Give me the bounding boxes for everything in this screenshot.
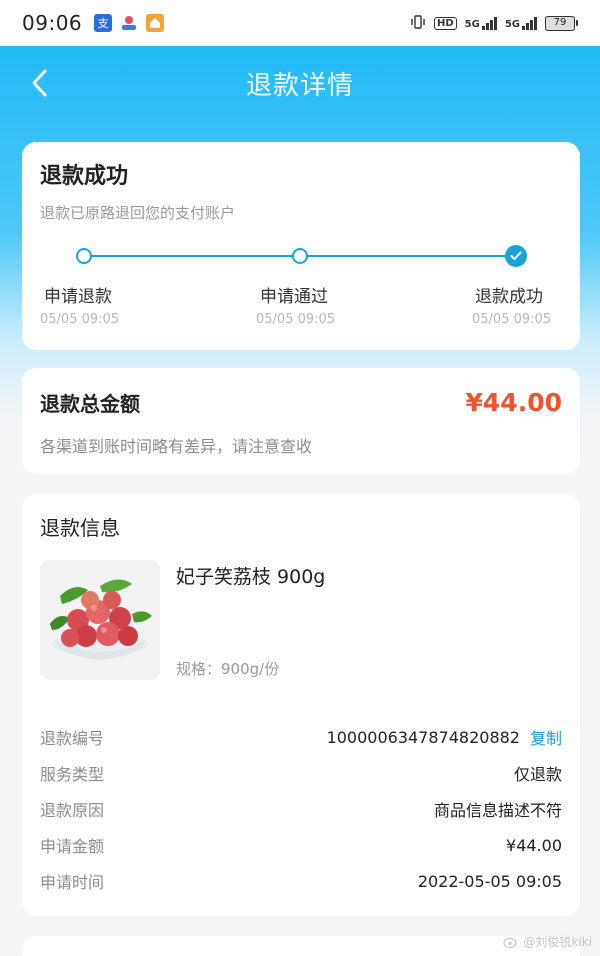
info-row-apply-amount: 申请金额 ¥44.00 xyxy=(40,832,562,858)
status-bar: 09:06 支 HD 5G 5G 79 xyxy=(0,0,600,46)
info-key: 申请时间 xyxy=(40,873,105,892)
home-notification-icon xyxy=(146,14,165,32)
chevron-left-icon xyxy=(32,69,47,97)
refund-progress: 申请退款 申请通过 退款成功 05/05 09:05 05/05 09:05 0… xyxy=(22,238,580,358)
step-time: 05/05 09:05 xyxy=(40,312,120,327)
watermark: @刘俊锐kiki xyxy=(503,933,592,950)
check-icon xyxy=(505,245,527,267)
info-key: 服务类型 xyxy=(40,765,105,784)
signal-1: 5G xyxy=(465,16,497,30)
section-title: 退款信息 xyxy=(40,516,120,540)
back-button[interactable] xyxy=(24,68,54,98)
battery-icon: 79 xyxy=(545,15,578,31)
refund-total-card: 退款总金额 ¥44.00 各渠道到账时间略有差异，请注意查收 xyxy=(22,368,580,474)
weibo-icon xyxy=(503,937,518,948)
app-notification-icon xyxy=(120,14,139,32)
info-value: 仅退款 xyxy=(513,765,562,784)
page-title: 退款详情 xyxy=(245,70,354,101)
system-status: HD 5G 5G 79 xyxy=(410,14,578,32)
info-row-service-type: 服务类型 仅退款 xyxy=(40,760,562,786)
info-key: 退款编号 xyxy=(40,729,105,748)
info-row-apply-time: 申请时间 2022-05-05 09:05 xyxy=(40,868,562,894)
refund-total-amount: ¥44.00 xyxy=(465,388,562,417)
step-node xyxy=(76,248,92,264)
info-row-refund-id: 退款编号 1000006347874820882 复制 xyxy=(40,724,562,750)
product-item[interactable]: 妃子笑荔枝 900g 规格：900g/份 xyxy=(40,560,562,680)
progress-line xyxy=(92,255,300,257)
step-time: 05/05 09:05 xyxy=(256,312,336,327)
info-value: ¥44.00 xyxy=(506,835,562,855)
notification-icons: 支 xyxy=(94,14,165,32)
refund-status-card: 退款成功 退款已原路退回您的支付账户 申请退款 申请通过 退款成功 05/05 … xyxy=(22,142,580,350)
step-label: 申请通过 xyxy=(260,287,328,307)
info-value: 1000006347874820882 复制 xyxy=(327,725,562,749)
clock: 09:06 xyxy=(22,11,83,35)
step-label: 申请退款 xyxy=(44,287,112,307)
info-value: 2022-05-05 09:05 xyxy=(417,871,562,891)
refund-info-card: 退款信息 妃子笑荔枝 900g 规格：900g/份 退款编号 100000634… xyxy=(22,494,580,916)
signal-bars-icon xyxy=(522,16,537,30)
lychee-image xyxy=(40,560,160,680)
step-node xyxy=(292,248,308,264)
copy-button[interactable]: 复制 xyxy=(530,725,562,749)
refund-status-title: 退款成功 xyxy=(40,164,129,189)
product-name: 妃子笑荔枝 900g xyxy=(176,566,326,588)
step-time: 05/05 09:05 xyxy=(472,312,552,327)
nav-bar: 退款详情 xyxy=(0,46,600,120)
hd-icon: HD xyxy=(433,16,457,30)
info-row-refund-reason: 退款原因 商品信息描述不符 xyxy=(40,796,562,822)
product-spec: 规格：900g/份 xyxy=(176,660,280,678)
next-card xyxy=(22,936,580,956)
progress-line xyxy=(308,255,508,257)
info-value: 商品信息描述不符 xyxy=(433,801,562,820)
info-key: 申请金额 xyxy=(40,837,105,856)
alipay-notification-icon: 支 xyxy=(94,14,113,32)
vibrate-icon xyxy=(410,14,426,32)
signal-2: 5G xyxy=(505,16,537,30)
refund-total-hint: 各渠道到账时间略有差异，请注意查收 xyxy=(40,437,313,456)
refund-id-value: 1000006347874820882 xyxy=(326,727,520,747)
step-label: 退款成功 xyxy=(475,287,543,307)
signal-bars-icon xyxy=(481,16,497,30)
refund-status-subtitle: 退款已原路退回您的支付账户 xyxy=(40,204,236,222)
info-key: 退款原因 xyxy=(40,801,105,820)
